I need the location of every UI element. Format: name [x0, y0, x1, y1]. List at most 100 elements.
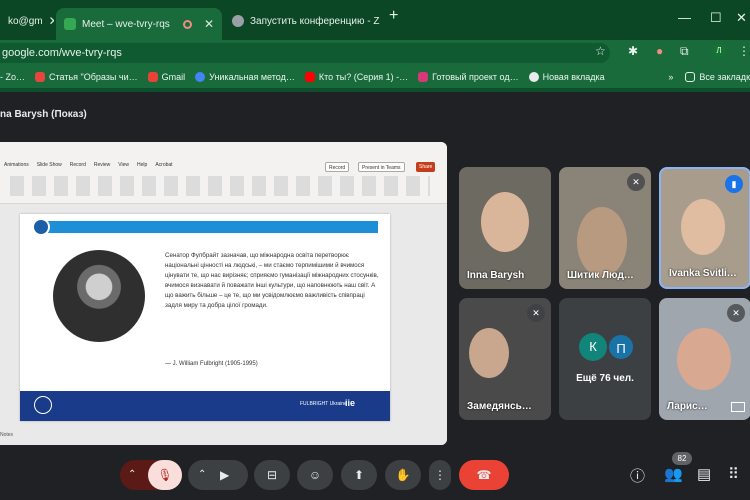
fulbright-portrait [53, 250, 145, 342]
bookmarks-bar: - Zo… Статья "Образы чи… Gmail Уникальна… [0, 66, 750, 88]
fulbright-logo [32, 218, 50, 236]
mic-off-icon: 🎙 [148, 460, 182, 490]
google-icon [195, 72, 206, 82]
bookmark-label: Gmail [161, 72, 186, 82]
seal-icon [34, 396, 52, 414]
camera-icon: ▶ [220, 468, 230, 482]
recording-icon [182, 19, 192, 29]
participant-name: Inna Barysh [467, 270, 525, 281]
slide-canvas: Сенатор Фулбрайт зазначав, що міжнародна… [0, 204, 447, 445]
bookmark-item[interactable]: Кто ты? (Серия 1) -… [304, 72, 408, 82]
participant-name: Ivanka Svitli… [669, 268, 737, 279]
ribbon-tab: View [118, 162, 130, 168]
slide-quote: Сенатор Фулбрайт зазначав, що міжнародна… [165, 252, 379, 310]
minimize-icon[interactable]: — [678, 10, 691, 25]
globe-icon [232, 15, 244, 27]
tab-gmail[interactable]: ko@gm ✕ [0, 8, 54, 34]
participant-tile[interactable]: ✕ Замедянсь… [459, 298, 551, 420]
record-button: Record [325, 162, 350, 172]
raise-hand-icon: ✋ [395, 468, 411, 482]
captions-button[interactable]: ⊟ [254, 460, 290, 490]
more-participants-label: Ещё 76 чел. [576, 373, 634, 384]
activities-icon[interactable]: ⠿ [728, 465, 739, 483]
slide-footer: FULBRIGHT Ukraine iie [20, 391, 390, 421]
menu-icon[interactable]: ⋮ [738, 44, 750, 58]
chevron-right-icon: » [668, 72, 674, 82]
close-icon[interactable]: ✕ [204, 17, 214, 31]
bookmark-item[interactable]: Готовый проект од… [418, 72, 519, 82]
close-icon[interactable]: ✕ [49, 14, 54, 28]
tab-meet[interactable]: Meet – wve-tvry-rqs ✕ [56, 8, 222, 40]
bookmark-label: Все закладк [699, 72, 750, 82]
extension-icon[interactable]: ✱ [628, 44, 638, 58]
extension-icon[interactable]: ● [656, 44, 663, 58]
profile-avatar[interactable]: Л [712, 44, 726, 58]
more-options-icon: ⋮ [434, 468, 446, 482]
gmail-icon [147, 72, 158, 82]
bookmark-star-icon[interactable]: ☆ [595, 44, 606, 58]
info-icon[interactable]: ⓘ [630, 465, 645, 486]
powerpoint-ribbon: Animations Slide Show Record Review View… [0, 142, 447, 204]
call-controls: ⌃ 🎙 ⌃ ▶ ⊟ ☺ ⬆ ✋ ⋮ ☎ ⓘ 👥 ▤ ⠿ [0, 445, 750, 500]
url-input[interactable]: google.com/wve-tvry-rqs [0, 43, 610, 63]
mic-off-icon: ✕ [627, 173, 645, 191]
mic-button[interactable]: ⌃ 🎙 [120, 460, 182, 490]
tab-zoom[interactable]: Запустить конференцию - Zoo ✕ [224, 8, 380, 34]
youtube-icon [304, 72, 315, 82]
speaking-icon: ▮ [725, 175, 743, 193]
tab-label: ko@gm [8, 15, 43, 27]
bookmark-icon [418, 72, 429, 82]
bookmark-label: Уникальная метод… [209, 72, 295, 82]
url-text: google.com/wve-tvry-rqs [2, 47, 122, 59]
bookmark-label: - Zo… [0, 72, 26, 82]
bookmark-item[interactable]: » Все закладк [668, 72, 750, 82]
raise-hand-button[interactable]: ✋ [385, 460, 421, 490]
participant-avatar: К [579, 333, 607, 361]
chevron-up-icon: ⌃ [128, 469, 137, 480]
pip-icon[interactable] [731, 402, 745, 412]
bookmark-item[interactable]: Статья "Образы чи… [35, 72, 138, 82]
slide-header-bar [38, 221, 378, 233]
bookmark-item[interactable]: Gmail [147, 72, 186, 82]
bookmark-label: Статья "Образы чи… [49, 72, 138, 82]
extensions-puzzle-icon[interactable]: ⧉ [680, 44, 689, 59]
chat-icon[interactable]: ▤ [697, 465, 711, 483]
shared-screen: Animations Slide Show Record Review View… [0, 142, 447, 445]
people-icon[interactable]: 👥 [664, 465, 683, 483]
bookmark-item[interactable]: Новая вкладка [528, 72, 605, 82]
share-button: Share [416, 162, 436, 172]
new-tab-icon[interactable]: + [389, 7, 398, 25]
captions-icon: ⊟ [266, 468, 278, 482]
participant-tile[interactable]: Inna Barysh [459, 167, 551, 289]
maximize-icon[interactable]: ☐ [710, 10, 722, 26]
participant-name: Шитик Люд… [567, 270, 634, 281]
hangup-button[interactable]: ☎ [459, 460, 509, 490]
participant-tile[interactable]: ▮ Ivanka Svitli… [659, 167, 750, 289]
more-participants-tile[interactable]: К П Ещё 76 чел. [559, 298, 651, 420]
present-in-teams-button: Present in Teams [358, 162, 405, 172]
ribbon-tab: Record [69, 162, 86, 168]
mic-off-icon: ✕ [527, 304, 545, 322]
participant-tile[interactable]: ✕ Шитик Люд… [559, 167, 651, 289]
slide-page: Сенатор Фулбрайт зазначав, що міжнародна… [20, 214, 390, 421]
tab-label: Запустить конференцию - Zoo [250, 15, 380, 27]
present-icon: ⬆ [353, 468, 365, 482]
bookmark-item[interactable]: - Zo… [0, 72, 25, 82]
participant-video [681, 199, 725, 255]
ribbon-tab: Help [137, 162, 148, 168]
bookmark-label: Новая вкладка [542, 72, 605, 82]
camera-button[interactable]: ⌃ ▶ [188, 460, 248, 490]
tab-strip: ko@gm ✕ Meet – wve-tvry-rqs ✕ Запустить … [0, 0, 750, 40]
presenting-title: na Barysh (Показ) [0, 109, 87, 120]
participant-name: Замедянсь… [467, 401, 532, 412]
bookmark-item[interactable]: Уникальная метод… [195, 72, 295, 82]
tab-label: Meet – wve-tvry-rqs [82, 18, 170, 30]
present-button[interactable]: ⬆ [341, 460, 377, 490]
close-window-icon[interactable]: ✕ [736, 10, 747, 26]
browser-chrome: ko@gm ✕ Meet – wve-tvry-rqs ✕ Запустить … [0, 0, 750, 92]
participant-tile[interactable]: ✕ Ларис… [659, 298, 750, 420]
more-options-button[interactable]: ⋮ [429, 460, 451, 490]
emoji-button[interactable]: ☺ [297, 460, 333, 490]
bookmark-label: Готовый проект од… [432, 72, 519, 82]
ribbon-tab: Animations [4, 162, 29, 168]
